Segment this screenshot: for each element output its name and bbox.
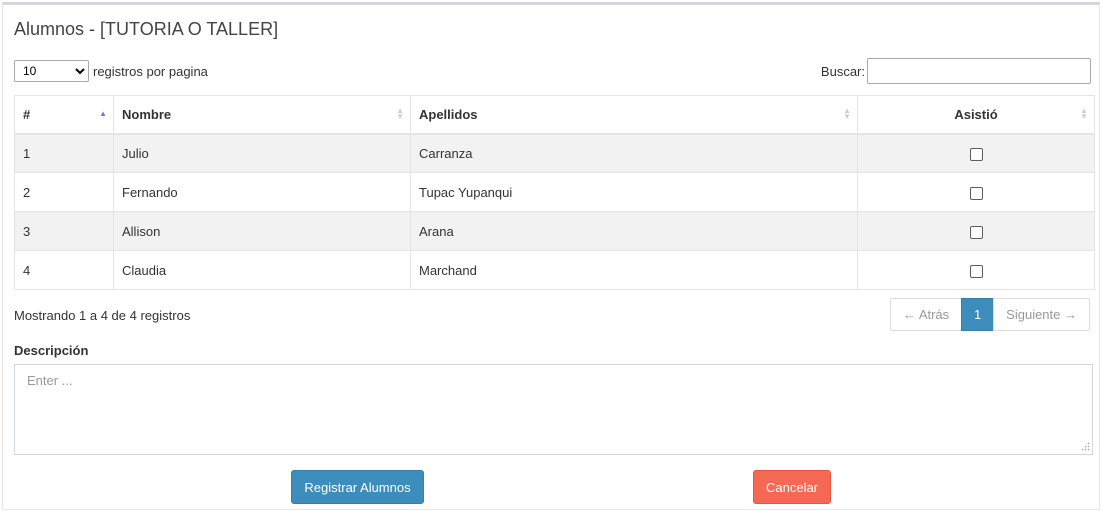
sort-arrows-icon: ▲ ▼ <box>1080 106 1088 122</box>
cell-nombre: Fernando <box>113 172 411 212</box>
cell-asistio <box>857 250 1095 290</box>
page-length-label: registros por pagina <box>93 63 208 79</box>
cell-number: 1 <box>14 133 114 173</box>
attendance-checkbox[interactable] <box>969 225 983 239</box>
table-row: 1 Julio Carranza <box>14 133 1095 173</box>
column-header-nombre[interactable]: Nombre ▲ ▼ <box>113 95 411 135</box>
cell-nombre: Allison <box>113 211 411 251</box>
cell-number: 4 <box>14 250 114 290</box>
description-textarea[interactable] <box>14 364 1093 455</box>
page-1-button[interactable]: 1 <box>961 298 995 331</box>
students-panel: Alumnos - [TUTORIA O TALLER] 10 25 50 10… <box>2 2 1100 510</box>
sort-arrows-icon: ▲ ▼ <box>396 106 404 122</box>
search-label: Buscar: <box>820 63 865 79</box>
page-title: Alumnos - [TUTORIA O TALLER] <box>14 19 279 39</box>
cell-apellidos: Tupac Yupanqui <box>410 172 858 212</box>
sort-arrows-icon: ▲ ▼ <box>843 106 851 122</box>
cell-nombre: Claudia <box>113 250 411 290</box>
cell-number: 3 <box>14 211 114 251</box>
cell-asistio <box>857 172 1095 212</box>
table-info: Mostrando 1 a 4 de 4 registros <box>14 308 191 323</box>
cell-nombre: Julio <box>113 133 411 173</box>
previous-page-button[interactable]: ← Atrás <box>889 298 963 331</box>
attendance-checkbox[interactable] <box>969 186 983 200</box>
next-page-button[interactable]: Siguiente → <box>993 298 1090 331</box>
attendance-checkbox[interactable] <box>969 147 983 161</box>
sort-asc-icon: ▲ <box>99 109 107 119</box>
page-length-select[interactable]: 10 25 50 100 <box>14 60 89 82</box>
attendance-checkbox[interactable] <box>969 264 983 278</box>
pagination: ← Atrás 1 Siguiente → <box>889 298 1090 331</box>
cell-number: 2 <box>14 172 114 212</box>
cell-apellidos: Carranza <box>410 133 858 173</box>
search-control: Buscar: <box>821 58 1091 84</box>
description-label: Descripción <box>14 343 89 358</box>
column-header-asistio[interactable]: Asistió ▲ ▼ <box>857 95 1095 135</box>
table-row: 2 Fernando Tupac Yupanqui <box>14 172 1095 212</box>
cell-apellidos: Marchand <box>410 250 858 290</box>
students-table: # ▲ Nombre ▲▼ Apellidos ▲▼ Asistió ▲▼ <box>14 95 1095 290</box>
table-row: 4 Claudia Marchand <box>14 250 1095 290</box>
cell-asistio <box>857 211 1095 251</box>
cell-apellidos: Arana <box>410 211 858 251</box>
resize-grip-icon[interactable] <box>1080 442 1090 452</box>
column-header-apellidos[interactable]: Apellidos ▲ ▼ <box>410 95 858 135</box>
table-row: 3 Allison Arana <box>14 211 1095 251</box>
table-header-row: # ▲ Nombre ▲ ▼ Apellidos ▲ ▼ Asistió ▲ ▼ <box>14 95 1095 135</box>
cell-asistio <box>857 133 1095 173</box>
column-header-number[interactable]: # ▲ <box>14 95 114 135</box>
register-students-button[interactable]: Registrar Alumnos <box>291 470 424 504</box>
cancel-button[interactable]: Cancelar <box>753 470 831 504</box>
search-input[interactable] <box>867 58 1091 84</box>
page-length-control: 10 25 50 100 registros por pagina <box>14 60 208 82</box>
